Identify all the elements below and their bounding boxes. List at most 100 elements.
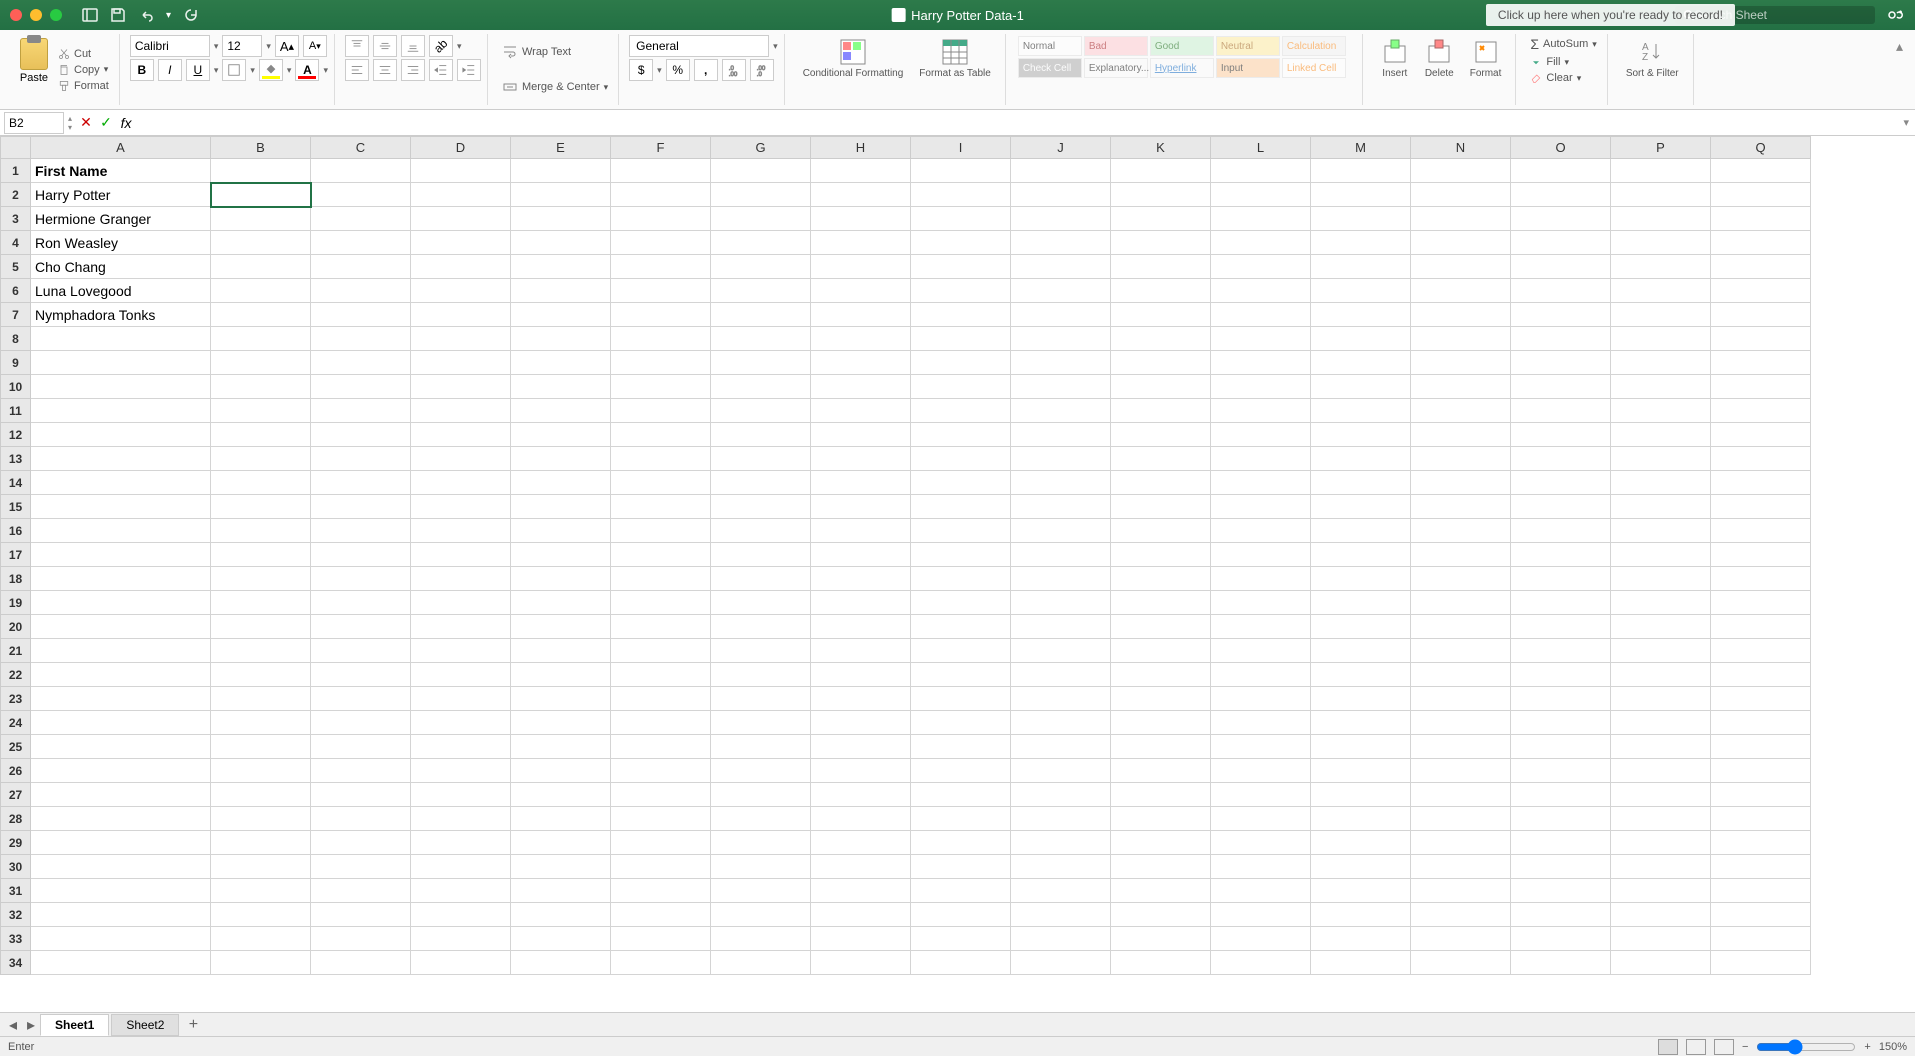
cell-O20[interactable] <box>1511 615 1611 639</box>
underline-button[interactable]: U <box>186 59 210 81</box>
cell-K27[interactable] <box>1111 783 1211 807</box>
cell-E1[interactable] <box>511 159 611 183</box>
cell-B10[interactable] <box>211 375 311 399</box>
cell-M13[interactable] <box>1311 447 1411 471</box>
row-header-26[interactable]: 26 <box>1 759 31 783</box>
cell-E29[interactable] <box>511 831 611 855</box>
align-right-button[interactable] <box>401 59 425 81</box>
cell-K20[interactable] <box>1111 615 1211 639</box>
cell-I19[interactable] <box>911 591 1011 615</box>
cell-H32[interactable] <box>811 903 911 927</box>
cell-E17[interactable] <box>511 543 611 567</box>
cell-N11[interactable] <box>1411 399 1511 423</box>
cell-C12[interactable] <box>311 423 411 447</box>
cell-B8[interactable] <box>211 327 311 351</box>
cell-J9[interactable] <box>1011 351 1111 375</box>
cell-P28[interactable] <box>1611 807 1711 831</box>
cell-G33[interactable] <box>711 927 811 951</box>
cell-K24[interactable] <box>1111 711 1211 735</box>
cell-G2[interactable] <box>711 183 811 207</box>
cell-O29[interactable] <box>1511 831 1611 855</box>
cell-O2[interactable] <box>1511 183 1611 207</box>
cell-O15[interactable] <box>1511 495 1611 519</box>
cell-A33[interactable] <box>31 927 211 951</box>
row-header-7[interactable]: 7 <box>1 303 31 327</box>
cell-B25[interactable] <box>211 735 311 759</box>
cell-F27[interactable] <box>611 783 711 807</box>
cell-A22[interactable] <box>31 663 211 687</box>
cell-I32[interactable] <box>911 903 1011 927</box>
cell-P24[interactable] <box>1611 711 1711 735</box>
cell-J8[interactable] <box>1011 327 1111 351</box>
cell-I10[interactable] <box>911 375 1011 399</box>
cell-M15[interactable] <box>1311 495 1411 519</box>
cell-P33[interactable] <box>1611 927 1711 951</box>
cell-N22[interactable] <box>1411 663 1511 687</box>
cell-O32[interactable] <box>1511 903 1611 927</box>
cell-J2[interactable] <box>1011 183 1111 207</box>
row-header-14[interactable]: 14 <box>1 471 31 495</box>
cell-C30[interactable] <box>311 855 411 879</box>
cell-Q24[interactable] <box>1711 711 1811 735</box>
cell-N28[interactable] <box>1411 807 1511 831</box>
cell-J22[interactable] <box>1011 663 1111 687</box>
copy-button[interactable]: Copy ▾ <box>54 62 113 78</box>
cell-J32[interactable] <box>1011 903 1111 927</box>
decrease-font-button[interactable]: A▾ <box>303 35 327 57</box>
cell-M12[interactable] <box>1311 423 1411 447</box>
cell-B24[interactable] <box>211 711 311 735</box>
cell-C27[interactable] <box>311 783 411 807</box>
cell-K28[interactable] <box>1111 807 1211 831</box>
cell-I30[interactable] <box>911 855 1011 879</box>
cell-P20[interactable] <box>1611 615 1711 639</box>
cell-A9[interactable] <box>31 351 211 375</box>
cell-G16[interactable] <box>711 519 811 543</box>
cell-L28[interactable] <box>1211 807 1311 831</box>
cell-N20[interactable] <box>1411 615 1511 639</box>
cell-H2[interactable] <box>811 183 911 207</box>
cell-P32[interactable] <box>1611 903 1711 927</box>
cell-H13[interactable] <box>811 447 911 471</box>
cell-D16[interactable] <box>411 519 511 543</box>
cell-G7[interactable] <box>711 303 811 327</box>
column-header-H[interactable]: H <box>811 137 911 159</box>
cell-H29[interactable] <box>811 831 911 855</box>
cell-B9[interactable] <box>211 351 311 375</box>
formula-cancel-button[interactable]: ✕ <box>76 113 96 133</box>
row-header-21[interactable]: 21 <box>1 639 31 663</box>
cell-E31[interactable] <box>511 879 611 903</box>
row-header-6[interactable]: 6 <box>1 279 31 303</box>
cell-D28[interactable] <box>411 807 511 831</box>
cell-N27[interactable] <box>1411 783 1511 807</box>
cell-D33[interactable] <box>411 927 511 951</box>
cell-C20[interactable] <box>311 615 411 639</box>
cell-D34[interactable] <box>411 951 511 975</box>
cell-N12[interactable] <box>1411 423 1511 447</box>
cell-D22[interactable] <box>411 663 511 687</box>
cell-Q19[interactable] <box>1711 591 1811 615</box>
cell-F18[interactable] <box>611 567 711 591</box>
cell-A20[interactable] <box>31 615 211 639</box>
cell-A2[interactable]: Harry Potter <box>31 183 211 207</box>
cell-Q26[interactable] <box>1711 759 1811 783</box>
cell-F6[interactable] <box>611 279 711 303</box>
cell-E23[interactable] <box>511 687 611 711</box>
cell-M8[interactable] <box>1311 327 1411 351</box>
collapse-ribbon-button[interactable]: ▴ <box>1892 34 1907 105</box>
cell-B30[interactable] <box>211 855 311 879</box>
cell-N25[interactable] <box>1411 735 1511 759</box>
cell-O21[interactable] <box>1511 639 1611 663</box>
add-sheet-button[interactable]: + <box>181 1016 205 1034</box>
cell-Q18[interactable] <box>1711 567 1811 591</box>
cell-K23[interactable] <box>1111 687 1211 711</box>
cell-M10[interactable] <box>1311 375 1411 399</box>
row-header-32[interactable]: 32 <box>1 903 31 927</box>
cell-C33[interactable] <box>311 927 411 951</box>
cell-J19[interactable] <box>1011 591 1111 615</box>
style-normal[interactable]: Normal <box>1018 36 1082 56</box>
format-cells-button[interactable]: Format <box>1462 34 1510 83</box>
cell-Q29[interactable] <box>1711 831 1811 855</box>
cell-I28[interactable] <box>911 807 1011 831</box>
cell-G32[interactable] <box>711 903 811 927</box>
sheet-tab-sheet1[interactable]: Sheet1 <box>40 1014 109 1036</box>
